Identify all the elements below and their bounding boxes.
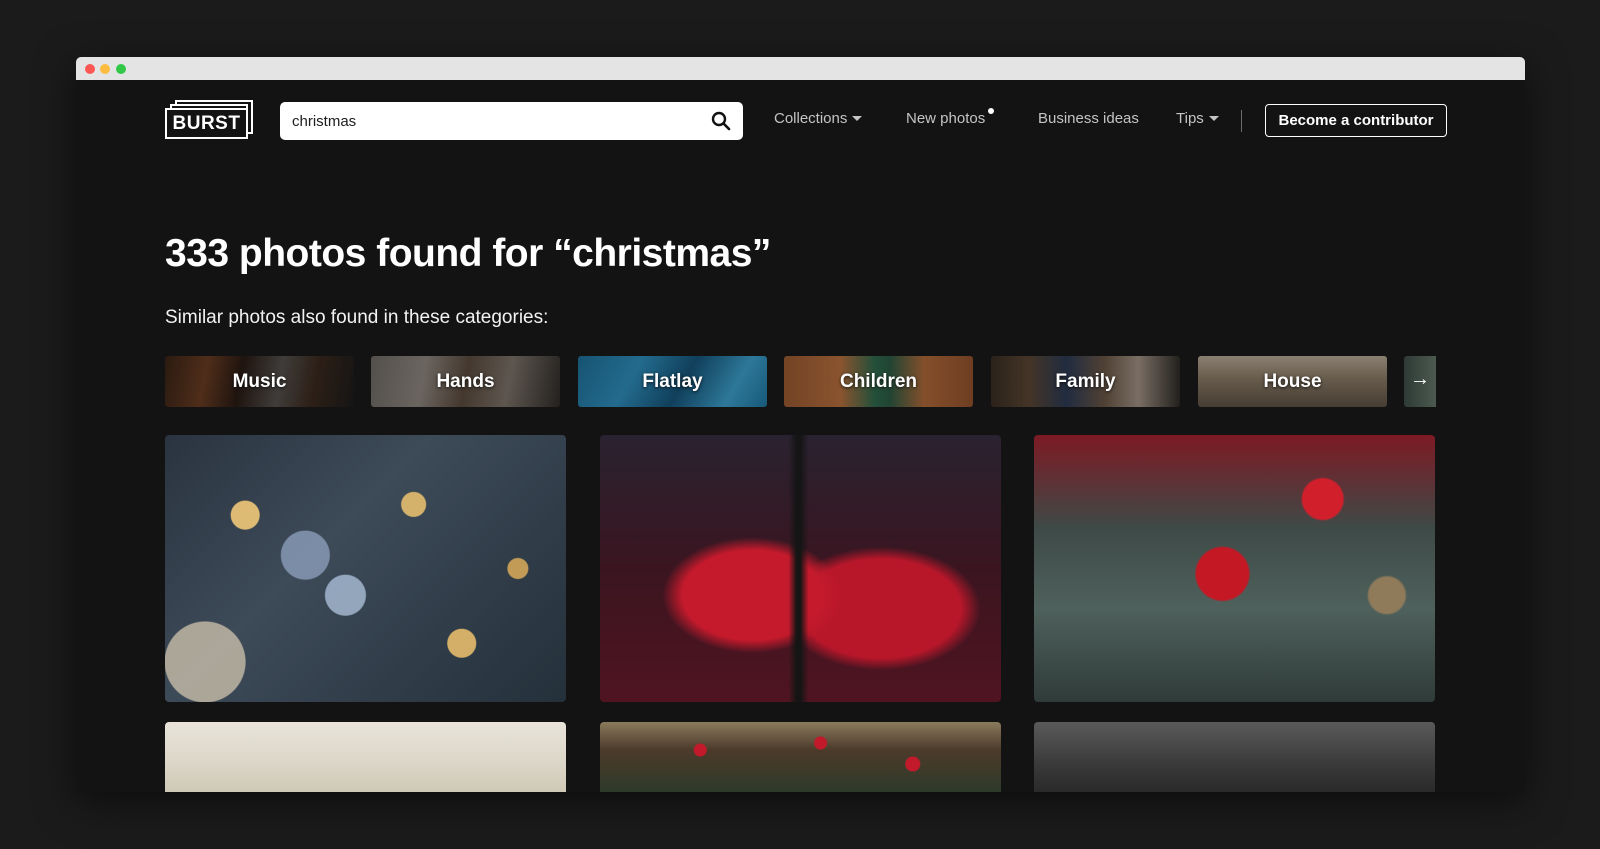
burst-logo[interactable]: BURST: [165, 100, 253, 142]
category-label: Hands: [436, 370, 495, 392]
category-hands[interactable]: Hands: [371, 356, 560, 407]
category-music[interactable]: Music: [165, 356, 354, 407]
photo-christmas-tree[interactable]: [600, 722, 1001, 792]
maximize-window-button[interactable]: [116, 64, 126, 74]
chevron-down-icon: [1208, 115, 1219, 121]
new-indicator-dot: [988, 108, 995, 114]
photo-christmas-lights[interactable]: [165, 435, 566, 702]
close-window-button[interactable]: [85, 64, 95, 74]
category-house[interactable]: House: [1198, 356, 1387, 407]
nav-collections[interactable]: Collections: [774, 110, 863, 127]
search-icon[interactable]: [711, 111, 731, 131]
category-label: Children: [839, 370, 918, 392]
nav-collections-label: Collections: [774, 110, 848, 127]
category-children[interactable]: Children: [784, 356, 973, 407]
photo-choir-singers[interactable]: [600, 435, 1001, 702]
nav-tips[interactable]: Tips: [1176, 110, 1219, 127]
photo-blurred-room[interactable]: [1034, 722, 1435, 792]
photo-white-interior[interactable]: [165, 722, 566, 792]
become-contributor-button[interactable]: Become a contributor: [1265, 104, 1447, 137]
category-label: Music: [232, 370, 287, 392]
category-label: House: [1263, 370, 1322, 392]
photo-ornaments-on-wreath[interactable]: [1034, 435, 1435, 702]
window-titlebar: [76, 57, 1525, 80]
nav-tips-label: Tips: [1176, 110, 1204, 127]
nav-divider: [1241, 110, 1242, 132]
category-flatlay[interactable]: Flatlay: [578, 356, 767, 407]
nav-new-photos[interactable]: New photos: [906, 108, 995, 127]
chevron-down-icon: [852, 115, 863, 121]
categories-next-button[interactable]: →: [1404, 356, 1436, 407]
category-label: Family: [1055, 370, 1116, 392]
categories-intro: Similar photos also found in these categ…: [165, 307, 549, 328]
nav-new-photos-label: New photos: [906, 110, 986, 127]
browser-window: BURST Collections New photos Business id…: [76, 57, 1525, 792]
category-family[interactable]: Family: [991, 356, 1180, 407]
search-input[interactable]: [292, 102, 692, 140]
category-label: Flatlay: [642, 370, 703, 392]
logo-text: BURST: [172, 112, 241, 134]
search-bar: [280, 102, 743, 140]
minimize-window-button[interactable]: [100, 64, 110, 74]
arrow-right-icon: →: [1410, 368, 1430, 390]
nav-business-ideas-label: Business ideas: [1038, 110, 1139, 127]
nav-business-ideas[interactable]: Business ideas: [1038, 110, 1139, 127]
page-title: 333 photos found for “christmas”: [165, 232, 771, 275]
